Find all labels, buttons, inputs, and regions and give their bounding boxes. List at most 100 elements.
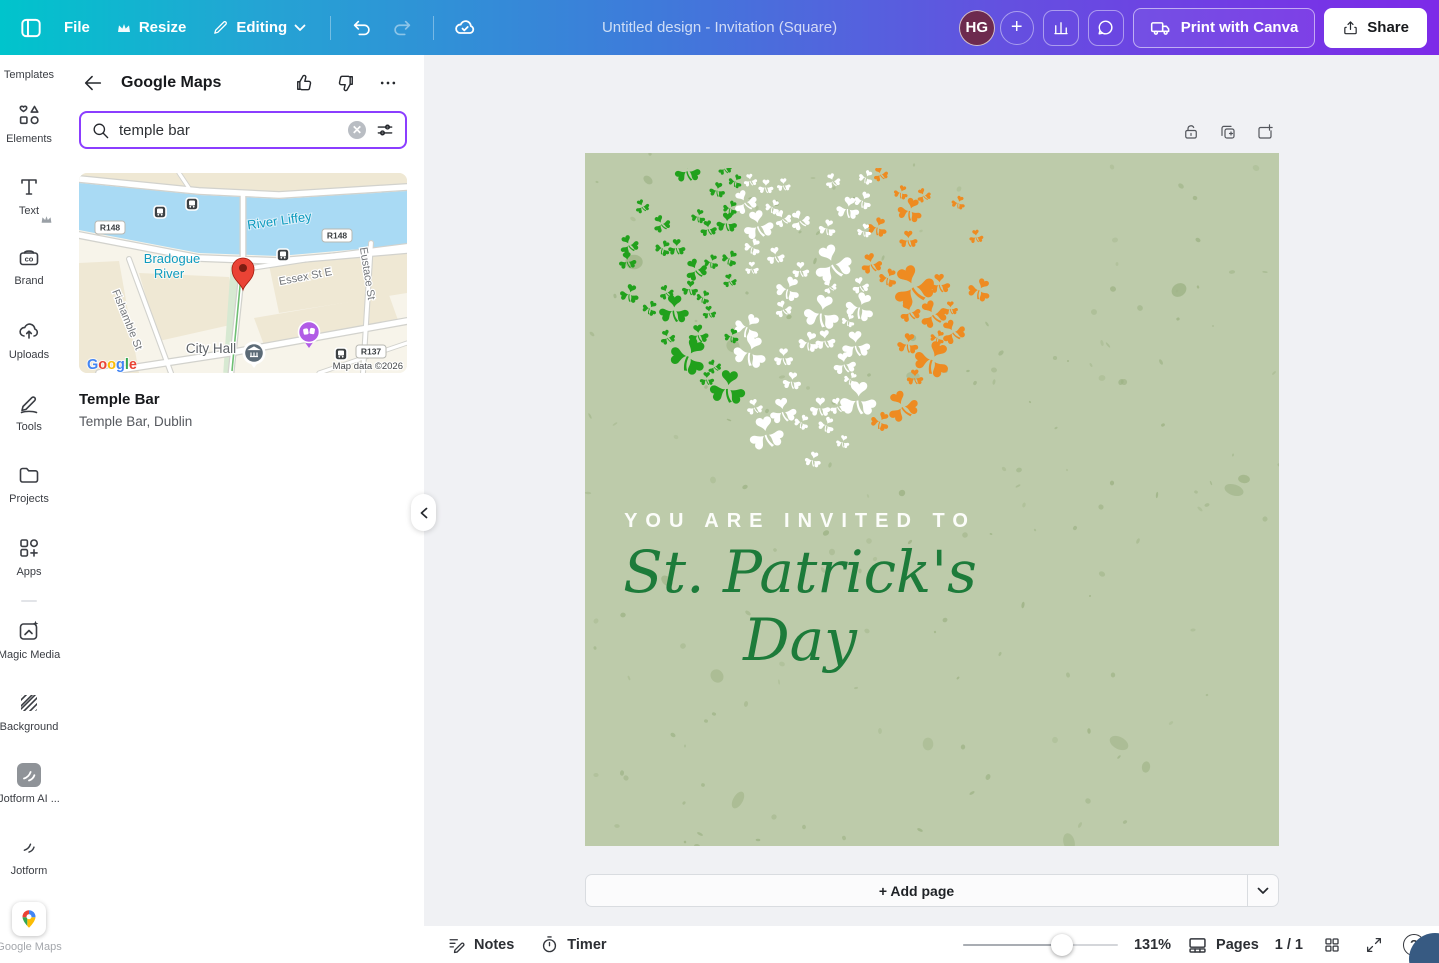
pages-view-button[interactable]: Pages	[1187, 936, 1259, 954]
insights-chart-button[interactable]	[1043, 10, 1079, 46]
invitation-kicker-text[interactable]: YOU ARE INVITED TO	[585, 510, 1015, 533]
sidebar-item-background[interactable]: Background	[0, 690, 58, 733]
pages-icon	[1187, 936, 1208, 954]
sidebar-item-templates[interactable]: Templates	[0, 64, 58, 81]
svg-text:co: co	[25, 255, 34, 264]
panel-collapse-button[interactable]	[411, 494, 436, 531]
google-maps-active-card	[12, 902, 46, 936]
lock-page-button[interactable]	[1177, 118, 1205, 146]
share-button[interactable]: Share	[1324, 8, 1427, 48]
svg-text:Bradogue: Bradogue	[144, 251, 200, 266]
google-logo: Google	[87, 357, 137, 373]
result-subtitle: Temple Bar, Dublin	[79, 414, 424, 429]
editing-mode-button[interactable]: Editing	[202, 11, 316, 44]
zoom-slider[interactable]	[963, 933, 1118, 957]
svg-text:River: River	[154, 266, 185, 281]
undo-button[interactable]	[345, 11, 379, 45]
notes-button[interactable]: Notes	[447, 935, 514, 954]
sidebar-item-magic-media[interactable]: Magic Media	[0, 618, 58, 661]
road-badge-r148-left: R148	[95, 221, 125, 234]
design-page[interactable]: YOU ARE INVITED TO St. Patrick's Day	[585, 153, 1279, 846]
zoom-level[interactable]: 131%	[1134, 937, 1171, 953]
sidebar-item-google-maps[interactable]: Google Maps	[0, 902, 58, 953]
panel-title: Google Maps	[121, 74, 221, 92]
pro-crown-icon	[40, 214, 53, 225]
sidebar-divider	[21, 600, 37, 602]
thumbs-up-icon[interactable]	[290, 69, 318, 97]
sidebar-item-jotform-ai[interactable]: Jotform AI ...	[0, 762, 58, 805]
sidebar-item-elements[interactable]: Elements	[0, 102, 58, 145]
chevron-down-icon	[1257, 887, 1269, 895]
zoom-slider-thumb[interactable]	[1051, 934, 1073, 956]
sidebar-item-jotform[interactable]: Jotform	[0, 834, 58, 877]
search-icon	[91, 121, 110, 140]
add-page-button[interactable]: + Add page	[586, 875, 1247, 906]
resize-menu-label: Resize	[139, 19, 187, 36]
search-input[interactable]	[119, 122, 339, 139]
shapes-icon	[16, 102, 42, 128]
map-attribution: Map data ©2026	[333, 361, 403, 372]
jotform-icon	[16, 834, 42, 860]
toolbar-divider	[330, 16, 331, 40]
filter-sliders-icon[interactable]	[375, 120, 395, 140]
add-page-split-button: + Add page	[585, 874, 1279, 907]
sidebar-item-tools[interactable]: Tools	[0, 390, 58, 433]
cloud-save-status-icon[interactable]	[448, 11, 482, 45]
background-texture-icon	[16, 690, 42, 716]
duplicate-page-button[interactable]	[1214, 118, 1242, 146]
top-bar: File Resize Editing Untitled design - In…	[0, 0, 1439, 55]
redo-button[interactable]	[385, 11, 419, 45]
apps-grid-icon	[16, 535, 42, 561]
map-result-thumbnail[interactable]: River Liffey Bradogue River Essex St E E…	[79, 173, 407, 373]
sidebar-item-apps[interactable]: Apps	[0, 535, 58, 578]
toolbar-divider	[433, 16, 434, 40]
share-export-icon	[1342, 19, 1359, 37]
page-controls	[1177, 118, 1279, 146]
timer-button[interactable]: Timer	[540, 935, 606, 954]
avatar[interactable]: HG	[959, 10, 995, 46]
sidebar-item-uploads[interactable]: Uploads	[0, 318, 58, 361]
comments-button[interactable]	[1088, 10, 1124, 46]
design-title[interactable]: Untitled design - Invitation (Square)	[602, 0, 837, 55]
text-icon	[16, 174, 42, 200]
add-page-icon-button[interactable]	[1251, 118, 1279, 146]
share-label: Share	[1367, 19, 1409, 36]
thumbs-down-icon[interactable]	[332, 69, 360, 97]
google-maps-panel: Google Maps ✕	[58, 55, 424, 963]
pencil-icon	[212, 19, 229, 36]
invitation-title-text[interactable]: St. Patrick's Day	[585, 538, 1025, 674]
add-member-button[interactable]: +	[1000, 11, 1034, 45]
svg-text:City Hall: City Hall	[186, 341, 236, 356]
shamrock-heart-artwork[interactable]	[608, 168, 1002, 516]
search-box: ✕	[79, 111, 407, 149]
sidebar-item-text[interactable]: Text	[0, 174, 58, 217]
print-with-canva-label: Print with Canva	[1181, 19, 1299, 36]
map-graphic: River Liffey Bradogue River Essex St E E…	[79, 173, 407, 373]
brand-kit-icon: co	[16, 244, 42, 270]
resize-menu-button[interactable]: Resize	[106, 11, 197, 44]
magic-media-icon	[16, 618, 42, 644]
file-menu-button[interactable]: File	[54, 11, 100, 44]
page-indicator: 1 / 1	[1275, 937, 1303, 953]
grid-view-button[interactable]	[1319, 932, 1345, 958]
sidebar-item-brand[interactable]: co Brand	[0, 244, 58, 287]
app-sidebar: Templates Elements Text co Brand Uploads…	[0, 55, 58, 963]
back-button[interactable]	[79, 69, 107, 97]
jotform-ai-icon	[16, 762, 42, 788]
google-maps-pin-icon	[19, 909, 39, 929]
clear-search-icon[interactable]: ✕	[348, 121, 366, 139]
more-options-icon[interactable]	[374, 69, 402, 97]
svg-text:R148: R148	[327, 231, 348, 241]
svg-text:R148: R148	[100, 223, 121, 233]
timer-icon	[540, 935, 559, 954]
add-page-caret-button[interactable]	[1247, 875, 1278, 906]
pen-tool-icon	[16, 390, 42, 416]
sidebar-item-projects[interactable]: Projects	[0, 462, 58, 505]
fullscreen-button[interactable]	[1361, 932, 1387, 958]
result-title[interactable]: Temple Bar	[79, 391, 424, 408]
folder-icon	[16, 462, 42, 488]
editor-canvas-area: YOU ARE INVITED TO St. Patrick's Day + A…	[424, 55, 1439, 963]
home-sidebar-toggle-button[interactable]	[14, 11, 48, 45]
print-with-canva-button[interactable]: Print with Canva	[1133, 8, 1316, 48]
editing-mode-label: Editing	[236, 19, 287, 36]
